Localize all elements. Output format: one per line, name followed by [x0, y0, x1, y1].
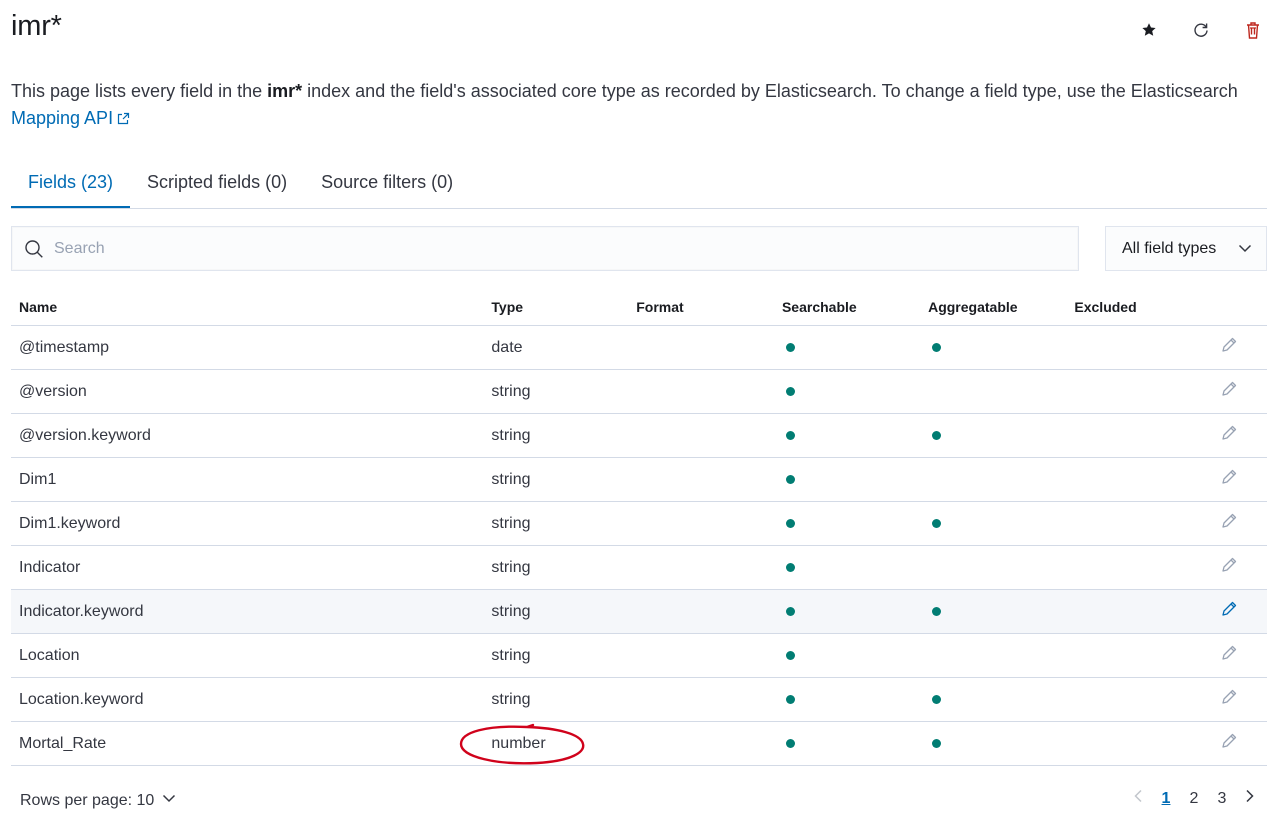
searchable-dot-icon — [785, 650, 795, 660]
tab-fields[interactable]: Fields (23) — [11, 160, 131, 208]
rows-per-page-label: Rows per page: 10 — [20, 791, 155, 809]
field-type: string — [491, 690, 531, 708]
table-row: Dim1 string — [11, 457, 1267, 502]
field-name: Dim1 — [19, 470, 57, 488]
next-page-icon[interactable] — [1236, 789, 1264, 808]
col-header-format[interactable]: Format — [628, 288, 774, 326]
chevron-down-icon — [162, 791, 176, 810]
table-row: Location.keyword string — [11, 677, 1267, 722]
table-row: @version.keyword string — [11, 413, 1267, 458]
field-name: Indicator — [19, 558, 81, 576]
aggregatable-dot-icon — [932, 694, 942, 704]
aggregatable-dot-icon — [932, 430, 942, 440]
searchable-dot-icon — [785, 474, 795, 484]
header-actions — [1136, 18, 1266, 42]
searchable-dot-icon — [785, 518, 795, 528]
edit-pencil-icon[interactable] — [1220, 688, 1238, 711]
searchable-dot-icon — [785, 562, 795, 572]
edit-pencil-icon[interactable] — [1220, 644, 1238, 667]
rows-per-page-button[interactable]: Rows per page: 10 — [20, 791, 176, 810]
searchable-dot-icon — [785, 386, 795, 396]
page-1-button[interactable]: 1 — [1152, 790, 1180, 808]
table-row: Indicator string — [11, 545, 1267, 590]
field-type-select-value: All field types — [1122, 240, 1217, 257]
field-name: Location.keyword — [19, 690, 144, 708]
edit-pencil-icon[interactable] — [1220, 336, 1238, 359]
col-header-excluded[interactable]: Excluded — [1066, 288, 1213, 326]
col-header-actions — [1212, 288, 1267, 326]
field-name: @version.keyword — [19, 426, 151, 444]
page-description: This page lists every field in the imr* … — [11, 78, 1261, 132]
external-link-icon — [117, 106, 130, 133]
previous-page-icon[interactable] — [1124, 789, 1152, 808]
field-type: string — [491, 514, 531, 532]
aggregatable-dot-icon — [932, 518, 942, 528]
table-row: @timestamp date — [11, 325, 1267, 370]
searchable-dot-icon — [785, 430, 795, 440]
tab-source-filters[interactable]: Source filters (0) — [304, 160, 470, 207]
field-type-select[interactable]: All field types — [1105, 226, 1267, 271]
field-type: date — [491, 338, 523, 356]
field-type: string — [491, 602, 531, 620]
field-name: @version — [19, 382, 87, 400]
col-header-type[interactable]: Type — [483, 288, 629, 326]
tab-scripted-fields[interactable]: Scripted fields (0) — [130, 160, 304, 207]
table-row: Mortal_Rate number — [11, 721, 1267, 766]
field-type: number — [491, 734, 546, 752]
edit-pencil-icon[interactable] — [1220, 600, 1238, 623]
field-name: Location — [19, 646, 80, 664]
chevron-down-icon — [1238, 241, 1252, 260]
fields-table: Name Type Format Searchable Aggregatable… — [11, 288, 1267, 766]
description-text: This page lists every field in the — [11, 81, 268, 101]
index-name: imr* — [267, 81, 303, 101]
search-input[interactable] — [54, 227, 1064, 270]
field-name: Indicator.keyword — [19, 602, 144, 620]
edit-pencil-icon[interactable] — [1220, 468, 1238, 491]
searchable-dot-icon — [785, 606, 795, 616]
col-header-searchable[interactable]: Searchable — [773, 288, 921, 326]
page-2-button[interactable]: 2 — [1180, 790, 1208, 808]
field-name: Dim1.keyword — [19, 514, 121, 532]
edit-pencil-icon[interactable] — [1220, 556, 1238, 579]
page-title: imr* — [11, 10, 62, 42]
edit-pencil-icon[interactable] — [1220, 424, 1238, 447]
aggregatable-dot-icon — [932, 738, 942, 748]
table-row: Indicator.keyword string — [11, 589, 1267, 634]
refresh-icon[interactable] — [1188, 18, 1214, 42]
table-row: @version string — [11, 369, 1267, 414]
page-3-button[interactable]: 3 — [1208, 790, 1236, 808]
field-type: string — [491, 426, 531, 444]
field-name: Mortal_Rate — [19, 734, 107, 752]
searchable-dot-icon — [785, 738, 795, 748]
field-type: string — [491, 470, 531, 488]
table-header-row: Name Type Format Searchable Aggregatable… — [11, 288, 1267, 326]
search-box — [11, 226, 1079, 271]
star-icon[interactable] — [1136, 18, 1162, 42]
table-row: Dim1.keyword string — [11, 501, 1267, 546]
searchable-dot-icon — [785, 694, 795, 704]
delete-icon[interactable] — [1240, 18, 1266, 42]
field-type: string — [491, 646, 531, 664]
col-header-aggregatable[interactable]: Aggregatable — [920, 288, 1067, 326]
mapping-api-link[interactable]: Mapping API — [11, 108, 113, 128]
pagination: 1 2 3 — [1124, 789, 1264, 808]
field-name: @timestamp — [19, 338, 110, 356]
aggregatable-dot-icon — [932, 606, 942, 616]
field-type: string — [491, 558, 531, 576]
edit-pencil-icon[interactable] — [1220, 380, 1238, 403]
description-text-2: index and the field's associated core ty… — [302, 81, 1238, 101]
tabs: Fields (23) Scripted fields (0) Source f… — [11, 160, 1267, 209]
table-row: Location string — [11, 633, 1267, 678]
col-header-name[interactable]: Name — [11, 288, 484, 326]
aggregatable-dot-icon — [932, 342, 942, 352]
edit-pencil-icon[interactable] — [1220, 512, 1238, 535]
search-icon — [24, 239, 44, 264]
edit-pencil-icon[interactable] — [1220, 732, 1238, 755]
annotated-type: number — [460, 723, 585, 765]
searchable-dot-icon — [785, 342, 795, 352]
field-type: string — [491, 382, 531, 400]
